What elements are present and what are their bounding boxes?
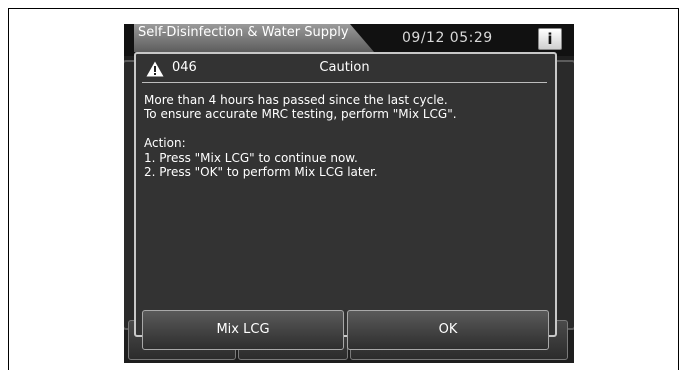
message-line-1: More than 4 hours has passed since the l…	[144, 93, 448, 107]
action-step-2: 2. Press "OK" to perform Mix LCG later.	[144, 165, 378, 179]
dialog-header: 046 Caution	[142, 56, 547, 83]
info-button[interactable]: i	[538, 28, 562, 50]
dialog-title: Caution	[319, 60, 370, 75]
mix-lcg-button[interactable]: Mix LCG	[142, 310, 344, 350]
device-screen: Self-Disinfection & Water Supply 09/12 0…	[124, 24, 574, 363]
message-line-2: To ensure accurate MRC testing, perform …	[144, 107, 457, 121]
action-heading: Action:	[144, 136, 186, 150]
ok-button[interactable]: OK	[347, 310, 549, 350]
caution-dialog: 046 Caution More than 4 hours has passed…	[134, 52, 557, 350]
clock-display: 09/12 05:29	[402, 30, 493, 46]
action-step-1: 1. Press "Mix LCG" to continue now.	[144, 151, 358, 165]
screen-title: Self-Disinfection & Water Supply	[134, 24, 374, 52]
